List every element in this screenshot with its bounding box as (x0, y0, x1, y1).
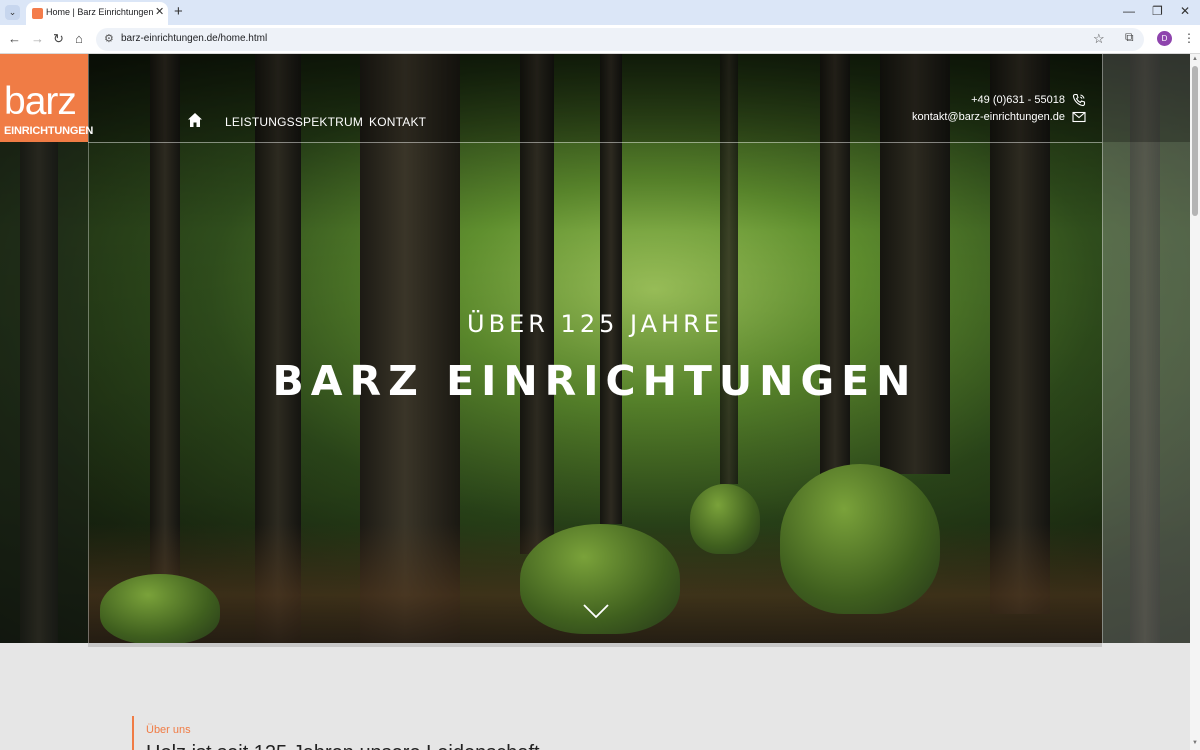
hero-title: BARZ EINRICHTUNGEN (272, 357, 918, 405)
favicon-icon (32, 8, 43, 19)
browser-menu-icon[interactable]: ⋮ (1183, 31, 1195, 45)
mossy-rock (690, 484, 760, 554)
home-button-icon[interactable]: ⌂ (75, 31, 83, 47)
browser-tab-bar: ⌄ Home | Barz Einrichtungen GmbH ✕ + — ❐… (0, 0, 1200, 25)
hero-side-panel-right (1102, 54, 1190, 643)
browser-toolbar: ← → ↻ ⌂ ⚙ barz-einrichtungen.de/home.htm… (0, 25, 1200, 54)
frame-line-right (1102, 54, 1103, 643)
logo-wordmark: barz (4, 80, 77, 123)
about-section: Über uns Holz ist seit 125 Jahren unsere… (132, 716, 832, 750)
restore-icon[interactable]: ❐ (1152, 4, 1163, 18)
browser-tab[interactable]: Home | Barz Einrichtungen GmbH ✕ (26, 2, 168, 25)
back-icon[interactable]: ← (8, 31, 21, 47)
minimize-icon[interactable]: — (1123, 4, 1135, 18)
tab-search-button[interactable]: ⌄ (5, 5, 20, 20)
hero-side-panel-left (0, 54, 88, 643)
contact-phone-row[interactable]: +49 (0)631 - 55018 (916, 93, 1086, 110)
contact-phone[interactable]: +49 (0)631 - 55018 (971, 94, 1065, 106)
mossy-rock (780, 464, 940, 614)
nav-item-kontakt[interactable]: KONTAKT (369, 115, 426, 129)
extensions-icon[interactable]: ⧉ (1125, 30, 1134, 45)
site-info-icon[interactable]: ⚙ (104, 32, 114, 45)
address-bar[interactable]: ⚙ barz-einrichtungen.de/home.html ☆ (96, 28, 1144, 51)
window-close-icon[interactable]: ✕ (1180, 4, 1190, 18)
hero-section: barz EINRICHTUNGEN LEISTUNGSSPEKTRUM KON… (0, 54, 1190, 643)
header-contact: +49 (0)631 - 55018 kontakt@barz-einricht… (912, 93, 1086, 127)
mossy-rock (100, 574, 220, 643)
page-viewport: barz EINRICHTUNGEN LEISTUNGSSPEKTRUM KON… (0, 54, 1190, 750)
forward-icon[interactable]: → (31, 31, 44, 47)
scrollbar-thumb[interactable] (1192, 66, 1198, 216)
about-heading: Holz ist seit 125 Jahren unsere Leidensc… (146, 742, 540, 750)
reload-icon[interactable]: ↻ (53, 31, 64, 47)
scroll-down-arrow-icon[interactable]: ▼ (1192, 740, 1198, 746)
frame-line-left (88, 54, 89, 643)
site-logo[interactable]: barz EINRICHTUNGEN (0, 54, 93, 142)
nav-item-leistungsspektrum[interactable]: LEISTUNGSSPEKTRUM (225, 115, 363, 129)
contact-email-row[interactable]: kontakt@barz-einrichtungen.de (912, 110, 1086, 127)
bookmark-star-icon[interactable]: ☆ (1093, 31, 1105, 47)
logo-subline: EINRICHTUNGEN (4, 125, 94, 137)
profile-avatar[interactable]: D (1157, 31, 1172, 46)
about-label: Über uns (146, 724, 191, 736)
url-text[interactable]: barz-einrichtungen.de/home.html (121, 33, 267, 44)
scroll-up-arrow-icon[interactable]: ▲ (1192, 56, 1198, 62)
header-divider (88, 142, 1102, 143)
new-tab-button[interactable]: + (174, 3, 183, 20)
mail-icon (1072, 111, 1086, 123)
hero-bottom-shadow (88, 643, 1102, 647)
page-scrollbar[interactable]: ▲ ▼ (1190, 54, 1200, 750)
home-icon[interactable] (187, 112, 203, 128)
hero-subtitle: ÜBER 125 JAHRE (467, 310, 723, 338)
scroll-down-chevron-icon[interactable] (583, 603, 609, 619)
contact-email[interactable]: kontakt@barz-einrichtungen.de (912, 111, 1065, 123)
phone-icon (1072, 93, 1086, 107)
tab-title: Home | Barz Einrichtungen GmbH (46, 7, 154, 17)
tab-close-icon[interactable]: ✕ (155, 5, 164, 18)
